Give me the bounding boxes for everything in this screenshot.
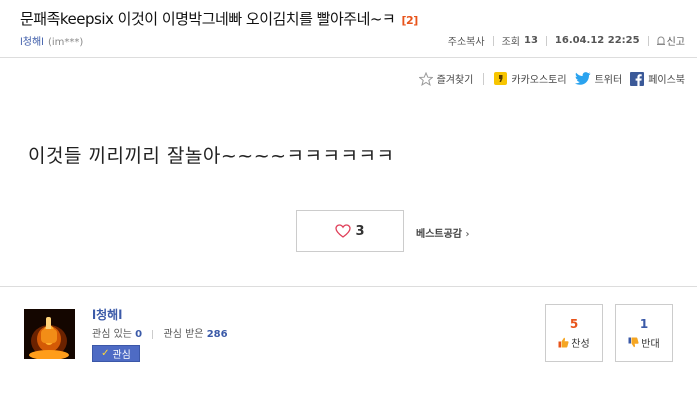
facebook-button[interactable]: 페이스북 bbox=[630, 71, 685, 86]
copy-address-link[interactable]: 주소복사 bbox=[448, 33, 485, 48]
report-button[interactable]: 신고 bbox=[656, 33, 685, 48]
downvote-count: 1 bbox=[639, 316, 649, 331]
profile-name[interactable]: l청해l bbox=[92, 306, 122, 323]
upvote-label-wrap: 찬성 bbox=[558, 335, 590, 350]
check-icon: ✓ bbox=[101, 348, 110, 359]
twitter-icon bbox=[574, 72, 591, 85]
best-empathy-link[interactable]: 베스트공감 › bbox=[416, 225, 469, 240]
siren-icon bbox=[656, 36, 665, 45]
divider bbox=[483, 72, 485, 85]
kakaostory-button[interactable]: 카카오스토리 bbox=[494, 71, 567, 86]
twitter-label: 트위터 bbox=[594, 75, 623, 86]
heart-icon bbox=[335, 224, 352, 238]
views-count: 13 bbox=[524, 35, 538, 46]
avatar-image bbox=[24, 309, 75, 359]
interest-count[interactable]: 0 bbox=[135, 329, 142, 340]
divider bbox=[152, 329, 154, 339]
upvote-button[interactable]: 5 찬성 bbox=[545, 304, 603, 362]
post-title: 문패족keepsix 이것이 이명박그네빠 오이김치를 빨아주네~ㅋ [2] bbox=[20, 8, 418, 29]
thumbs-up-icon bbox=[558, 337, 569, 347]
facebook-label: 페이스북 bbox=[648, 75, 685, 86]
post-title-text: 문패족keepsix 이것이 이명박그네빠 오이김치를 빨아주네~ㅋ bbox=[20, 10, 396, 28]
divider bbox=[647, 35, 649, 46]
post-body: 이것들 끼리끼리 잘놀아~~~~ㅋㅋㅋㅋㅋㅋ bbox=[28, 145, 395, 167]
views-label: 조회 bbox=[501, 37, 520, 48]
downvote-button[interactable]: 1 반대 bbox=[615, 304, 673, 362]
profile-stats: 관심 있는 0 관심 받은 286 bbox=[92, 325, 228, 340]
author-line: l청해l (im***) bbox=[20, 33, 83, 48]
add-interest-button[interactable]: ✓ 관심 bbox=[92, 345, 140, 362]
post-header: 문패족keepsix 이것이 이명박그네빠 오이김치를 빨아주네~ㅋ [2] l… bbox=[0, 0, 697, 58]
twitter-button[interactable]: 트위터 bbox=[574, 71, 623, 86]
upvote-count: 5 bbox=[569, 316, 579, 331]
downvote-label: 반대 bbox=[641, 338, 660, 350]
kakaostory-icon bbox=[494, 72, 508, 85]
downvote-label-wrap: 반대 bbox=[628, 335, 660, 350]
divider bbox=[545, 35, 547, 46]
author-name[interactable]: l청해l bbox=[20, 37, 44, 48]
divider bbox=[492, 35, 494, 46]
post-meta: 주소복사 조회 13 16.04.12 22:25 신고 bbox=[448, 33, 685, 48]
avatar[interactable] bbox=[24, 309, 75, 359]
bookmark-button[interactable]: 즐겨찾기 bbox=[418, 71, 474, 86]
author-id: (im***) bbox=[47, 37, 84, 48]
facebook-icon bbox=[630, 71, 645, 86]
post-date: 16.04.12 22:25 bbox=[554, 35, 640, 46]
interest-label: 관심 있는 bbox=[92, 329, 132, 340]
like-button[interactable]: 3 bbox=[296, 210, 404, 252]
best-label: 베스트공감 bbox=[416, 229, 462, 240]
like-count: 3 bbox=[355, 223, 365, 239]
upvote-label: 찬성 bbox=[571, 338, 590, 350]
star-icon bbox=[418, 71, 433, 86]
bookmark-label: 즐겨찾기 bbox=[436, 75, 474, 86]
chevron-right-icon: › bbox=[465, 229, 470, 240]
fav-label: 관심 bbox=[112, 350, 131, 361]
kakaostory-label: 카카오스토리 bbox=[511, 75, 567, 86]
share-bar: 즐겨찾기 카카오스토리 트위터 페이스북 bbox=[418, 71, 685, 86]
report-label: 신고 bbox=[666, 37, 685, 48]
thumbs-down-icon bbox=[628, 337, 639, 347]
interested-by-label: 관심 받은 bbox=[163, 329, 204, 340]
interested-by-count[interactable]: 286 bbox=[207, 329, 228, 340]
author-profile: l청해l 관심 있는 0 관심 받은 286 ✓ 관심 5 찬성 1 반대 bbox=[0, 286, 697, 406]
comment-count[interactable]: [2] bbox=[402, 14, 419, 27]
